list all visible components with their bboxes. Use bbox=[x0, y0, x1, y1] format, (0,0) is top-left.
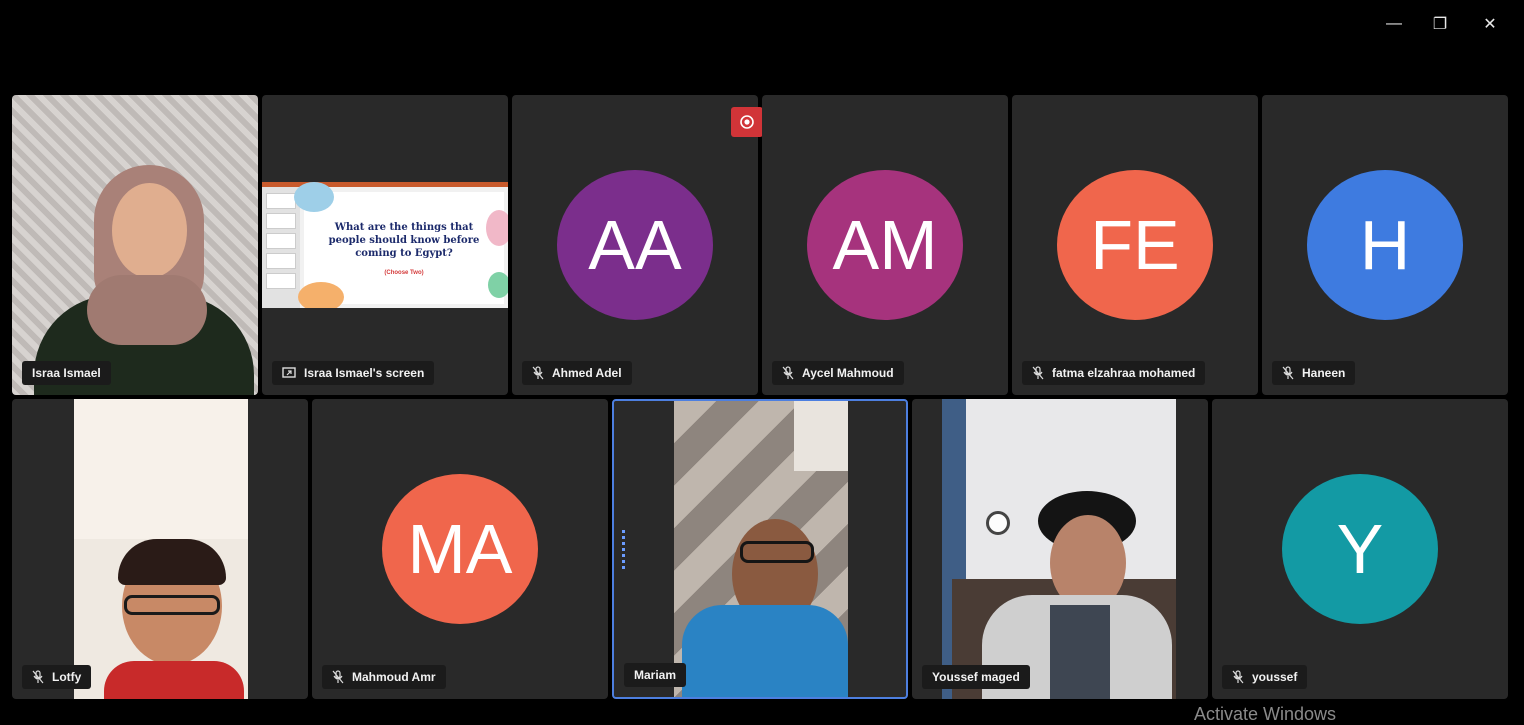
participant-tile-lotfy[interactable]: Lotfy bbox=[12, 399, 308, 699]
participant-tile-mahmoud-amr[interactable]: MA Mahmoud Amr bbox=[312, 399, 608, 699]
slide-thumbnails-pane bbox=[262, 187, 300, 308]
participant-name-label: Youssef maged bbox=[922, 665, 1030, 689]
slide-title: What are the things that people should k… bbox=[328, 221, 480, 259]
participant-video bbox=[74, 399, 248, 699]
mic-off-icon bbox=[332, 670, 344, 684]
participant-tile-haneen[interactable]: H Haneen bbox=[1262, 95, 1508, 395]
activation-watermark: Activate Windows bbox=[1194, 704, 1337, 724]
participant-video bbox=[12, 95, 258, 395]
participant-video bbox=[674, 401, 848, 697]
participant-tile-youssef-maged[interactable]: Youssef maged bbox=[912, 399, 1208, 699]
restore-button[interactable]: ❐ bbox=[1420, 10, 1460, 38]
participant-name-label: fatma elzahraa mohamed bbox=[1022, 361, 1206, 385]
participant-tile-mariam[interactable]: Mariam bbox=[612, 399, 908, 699]
mic-off-icon bbox=[782, 366, 794, 380]
participant-tile-ahmed-adel[interactable]: AA Ahmed Adel bbox=[512, 95, 758, 395]
avatar: AA bbox=[557, 170, 713, 320]
avatar: AM bbox=[807, 170, 963, 320]
participant-name-label: youssef bbox=[1222, 665, 1308, 689]
participant-name-label: Ahmed Adel bbox=[522, 361, 632, 385]
slide-canvas: What are the things that people should k… bbox=[294, 182, 508, 308]
mic-off-icon bbox=[32, 670, 44, 684]
participant-name-label: Israa Ismael bbox=[22, 361, 111, 385]
record-icon bbox=[740, 115, 754, 129]
close-button[interactable]: ✕ bbox=[1470, 10, 1510, 38]
participant-video bbox=[942, 399, 1176, 699]
participant-tile-fatma-elzahraa-mohamed[interactable]: FE fatma elzahraa mohamed bbox=[1012, 95, 1258, 395]
avatar: Y bbox=[1282, 474, 1438, 624]
participant-tile-aycel-mahmoud[interactable]: AM Aycel Mahmoud bbox=[762, 95, 1008, 395]
participant-tile-youssef[interactable]: Y youssef bbox=[1212, 399, 1508, 699]
mic-off-icon bbox=[1032, 366, 1044, 380]
avatar: H bbox=[1307, 170, 1463, 320]
title-bar: — ❐ ✕ bbox=[0, 0, 1524, 92]
shared-screen-content: What are the things that people should k… bbox=[262, 182, 508, 308]
mic-off-icon bbox=[1282, 366, 1294, 380]
slide-thumbnail bbox=[266, 213, 296, 229]
record-button[interactable] bbox=[731, 107, 763, 137]
minimize-button[interactable]: — bbox=[1374, 10, 1414, 38]
screen-share-icon bbox=[282, 367, 296, 378]
resize-grip[interactable] bbox=[622, 530, 625, 570]
slide-thumbnail bbox=[266, 193, 296, 209]
mic-off-icon bbox=[532, 366, 544, 380]
participant-name-label: Lotfy bbox=[22, 665, 92, 689]
avatar: MA bbox=[382, 474, 538, 624]
slide-subtitle: (Choose Two) bbox=[384, 269, 424, 276]
participant-name-label: Mahmoud Amr bbox=[322, 665, 446, 689]
slide-thumbnail bbox=[266, 233, 296, 249]
participant-name-label: Israa Ismael's screen bbox=[272, 361, 435, 385]
slide-thumbnail bbox=[266, 273, 296, 289]
participant-name-label: Mariam bbox=[624, 663, 687, 687]
participant-tile-israa-ismael[interactable]: Israa Ismael bbox=[12, 95, 258, 395]
mic-off-icon bbox=[1232, 670, 1244, 684]
participant-name-label: Haneen bbox=[1272, 361, 1356, 385]
slide-thumbnail bbox=[266, 253, 296, 269]
participant-name-label: Aycel Mahmoud bbox=[772, 361, 904, 385]
avatar: FE bbox=[1057, 170, 1213, 320]
